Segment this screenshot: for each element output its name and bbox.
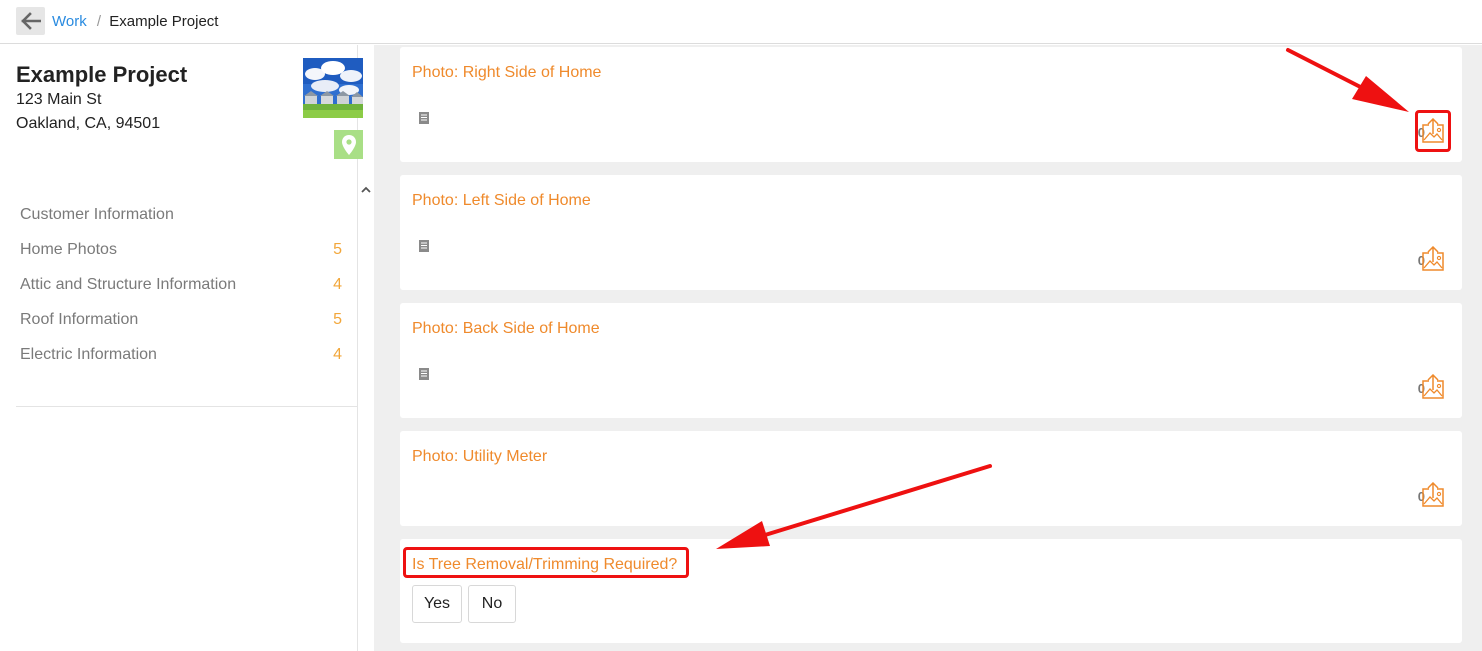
sidebar-item-count: 4 [333, 345, 342, 363]
back-button[interactable] [16, 7, 45, 35]
sidebar-item-customer-information[interactable]: Customer Information [16, 197, 358, 232]
note-icon[interactable] [418, 240, 430, 252]
project-title: Example Project [16, 62, 188, 87]
note-icon[interactable] [418, 112, 430, 124]
image-upload-icon[interactable] [1421, 246, 1445, 272]
sidebar-item-label: Home Photos [20, 240, 117, 258]
map-pin-icon [341, 134, 356, 155]
question-title: Is Tree Removal/Trimming Required? [412, 556, 678, 573]
main-content: Photo: Right Side of Home 0 Photo: Left … [374, 45, 1482, 651]
photo-card-left-side: Photo: Left Side of Home 0 [400, 175, 1462, 290]
yes-button[interactable]: Yes [412, 585, 462, 623]
sidebar-item-count: 5 [333, 240, 342, 258]
map-location-button[interactable] [334, 130, 363, 159]
image-upload-icon[interactable] [1421, 118, 1445, 144]
sidebar-item-electric-information[interactable]: Electric Information 4 [16, 337, 358, 372]
sidebar-item-label: Attic and Structure Information [20, 275, 237, 293]
sidebar-nav: Customer Information Home Photos 5 Attic… [16, 197, 358, 372]
project-sidebar: Example Project 123 Main St Oakland, CA,… [0, 45, 371, 651]
sidebar-item-attic-structure[interactable]: Attic and Structure Information 4 [16, 267, 358, 302]
sidebar-item-home-photos[interactable]: Home Photos 5 [16, 232, 358, 267]
sidebar-divider [16, 406, 358, 407]
project-thumbnail[interactable] [303, 58, 363, 118]
sidebar-item-count: 5 [333, 310, 342, 328]
breadcrumb-current: Example Project [109, 13, 219, 30]
image-upload-icon[interactable] [1421, 374, 1445, 400]
sidebar-item-roof-information[interactable]: Roof Information 5 [16, 302, 358, 337]
question-card-tree-removal: Is Tree Removal/Trimming Required? Yes N… [400, 539, 1462, 643]
top-bar: Work / Example Project [0, 0, 1482, 44]
project-address-line2: Oakland, CA, 94501 [16, 115, 161, 132]
sidebar-item-label: Electric Information [20, 345, 157, 363]
sidebar-item-label: Roof Information [20, 310, 139, 328]
note-icon[interactable] [418, 368, 430, 380]
photo-card-back-side: Photo: Back Side of Home 0 [400, 303, 1462, 418]
card-title: Photo: Left Side of Home [412, 192, 591, 209]
breadcrumb-separator: / [96, 13, 102, 30]
sidebar-scroll-up-button[interactable] [358, 183, 374, 197]
no-button[interactable]: No [468, 585, 516, 623]
breadcrumb: Work / Example Project [52, 13, 218, 30]
arrow-left-icon [20, 12, 41, 30]
photo-card-utility-meter: Photo: Utility Meter 0 [400, 431, 1462, 526]
project-address-line1: 123 Main St [16, 91, 102, 108]
chevron-up-icon [361, 186, 371, 193]
sidebar-item-label: Customer Information [20, 205, 174, 223]
photo-card-right-side: Photo: Right Side of Home 0 [400, 47, 1462, 162]
card-title: Photo: Utility Meter [412, 448, 548, 465]
card-title: Photo: Right Side of Home [412, 64, 602, 81]
breadcrumb-work-link[interactable]: Work [52, 13, 87, 30]
card-title: Photo: Back Side of Home [412, 320, 600, 337]
sidebar-item-count: 4 [333, 275, 342, 293]
image-upload-icon[interactable] [1421, 482, 1445, 508]
